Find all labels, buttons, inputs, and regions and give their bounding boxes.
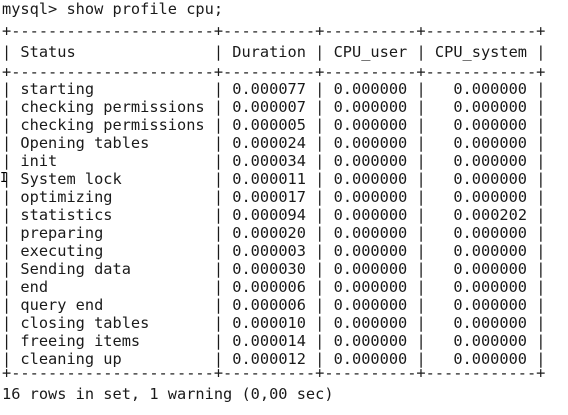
table-row: | query end | 0.000006 | 0.000000 | 0.00… xyxy=(2,296,546,314)
cell-duration: 0.000017 xyxy=(232,188,306,206)
cell-duration: 0.000007 xyxy=(232,98,306,116)
cell-duration: 0.000014 xyxy=(232,332,306,350)
cell-cpu-system: 0.000000 xyxy=(453,80,528,98)
table-row: | optimizing | 0.000017 | 0.000000 | 0.0… xyxy=(2,188,546,206)
cell-duration: 0.000077 xyxy=(232,80,306,98)
cell-cpu-user: 0.000000 xyxy=(333,98,408,116)
table-row: | checking permissions | 0.000007 | 0.00… xyxy=(2,98,546,116)
cell-status: optimizing xyxy=(20,188,113,206)
cell-cpu-user: 0.000000 xyxy=(333,134,408,152)
cell-duration: 0.000006 xyxy=(232,278,306,296)
text-cursor-icon xyxy=(0,171,3,187)
cell-cpu-system: 0.000000 xyxy=(453,242,528,260)
header-cpu-user: CPU_user xyxy=(333,43,408,61)
cell-status: freeing items xyxy=(20,332,141,350)
cell-cpu-system: 0.000000 xyxy=(453,332,528,350)
header-status: Status xyxy=(20,43,76,61)
cell-cpu-system: 0.000000 xyxy=(453,314,528,332)
cell-cpu-user: 0.000000 xyxy=(333,224,408,242)
table-row: | Opening tables | 0.000024 | 0.000000 |… xyxy=(2,134,546,152)
cell-duration: 0.000011 xyxy=(232,170,306,188)
cell-status: query end xyxy=(20,296,104,314)
cell-duration: 0.000024 xyxy=(232,134,306,152)
cell-duration: 0.000034 xyxy=(232,152,306,170)
table-row: | checking permissions | 0.000005 | 0.00… xyxy=(2,116,546,134)
cell-status: checking permissions xyxy=(20,98,205,116)
table-row: | freeing items | 0.000014 | 0.000000 | … xyxy=(2,332,546,350)
table-row: | starting | 0.000077 | 0.000000 | 0.000… xyxy=(2,80,546,98)
cell-cpu-user: 0.000000 xyxy=(333,332,408,350)
cell-cpu-system: 0.000000 xyxy=(453,134,528,152)
cell-status: Sending data xyxy=(20,260,131,278)
cell-cpu-user: 0.000000 xyxy=(333,296,408,314)
cell-cpu-user: 0.000000 xyxy=(333,260,408,278)
cell-cpu-user: 0.000000 xyxy=(333,188,408,206)
command-prompt: mysql> show profile cpu; xyxy=(2,0,224,18)
table-row: | end | 0.000006 | 0.000000 | 0.000000 | xyxy=(2,278,546,296)
table-row: | executing | 0.000003 | 0.000000 | 0.00… xyxy=(2,242,546,260)
cell-status: System lock xyxy=(20,170,122,188)
table-border-middle: +----------------------+----------+-----… xyxy=(2,63,546,81)
cell-status: checking permissions xyxy=(20,116,205,134)
cell-cpu-system: 0.000202 xyxy=(453,206,528,224)
cell-status: executing xyxy=(20,242,104,260)
result-summary: 16 rows in set, 1 warning (0,00 sec) xyxy=(2,385,334,403)
table-row: | closing tables | 0.000010 | 0.000000 |… xyxy=(2,314,546,332)
cell-status: closing tables xyxy=(20,314,150,332)
table-row: | System lock | 0.000011 | 0.000000 | 0.… xyxy=(2,170,546,188)
cell-cpu-user: 0.000000 xyxy=(333,278,408,296)
cell-cpu-system: 0.000000 xyxy=(453,224,528,242)
table-row: | init | 0.000034 | 0.000000 | 0.000000 … xyxy=(2,152,546,170)
cell-duration: 0.000094 xyxy=(232,206,306,224)
table-row: | statistics | 0.000094 | 0.000000 | 0.0… xyxy=(2,206,546,224)
table-row: | Sending data | 0.000030 | 0.000000 | 0… xyxy=(2,260,546,278)
header-cpu-system: CPU_system xyxy=(434,43,528,61)
cell-duration: 0.000030 xyxy=(232,260,306,278)
cell-cpu-user: 0.000000 xyxy=(333,170,408,188)
cell-duration: 0.000006 xyxy=(232,296,306,314)
cell-cpu-user: 0.000000 xyxy=(333,116,408,134)
cell-cpu-system: 0.000000 xyxy=(453,260,528,278)
cell-duration: 0.000005 xyxy=(232,116,306,134)
cell-duration: 0.000003 xyxy=(232,242,306,260)
table-border-bottom: +----------------------+----------+-----… xyxy=(2,364,546,382)
cell-cpu-system: 0.000000 xyxy=(453,278,528,296)
terminal-window[interactable]: mysql> show profile cpu; +--------------… xyxy=(0,0,568,415)
cell-status: statistics xyxy=(20,206,113,224)
cell-duration: 0.000010 xyxy=(232,314,306,332)
cell-status: preparing xyxy=(20,224,104,242)
cell-cpu-user: 0.000000 xyxy=(333,80,408,98)
cell-cpu-user: 0.000000 xyxy=(333,314,408,332)
cell-cpu-user: 0.000000 xyxy=(333,242,408,260)
cell-status: init xyxy=(20,152,58,170)
cell-status: starting xyxy=(20,80,95,98)
cell-cpu-system: 0.000000 xyxy=(453,116,528,134)
cell-cpu-user: 0.000000 xyxy=(333,206,408,224)
cell-cpu-user: 0.000000 xyxy=(333,152,408,170)
table-row: | preparing | 0.000020 | 0.000000 | 0.00… xyxy=(2,224,546,242)
cell-cpu-system: 0.000000 xyxy=(453,188,528,206)
cell-duration: 0.000020 xyxy=(232,224,306,242)
header-duration: Duration xyxy=(232,43,306,61)
table-border-top: +----------------------+----------+-----… xyxy=(2,22,546,40)
cell-status: Opening tables xyxy=(20,134,150,152)
cell-cpu-system: 0.000000 xyxy=(453,296,528,314)
cell-status: end xyxy=(20,278,49,296)
cell-cpu-system: 0.000000 xyxy=(453,170,528,188)
table-header-row: | Status | Duration | CPU_user | CPU_sys… xyxy=(2,43,546,61)
cell-cpu-system: 0.000000 xyxy=(453,98,528,116)
cell-cpu-system: 0.000000 xyxy=(453,152,528,170)
